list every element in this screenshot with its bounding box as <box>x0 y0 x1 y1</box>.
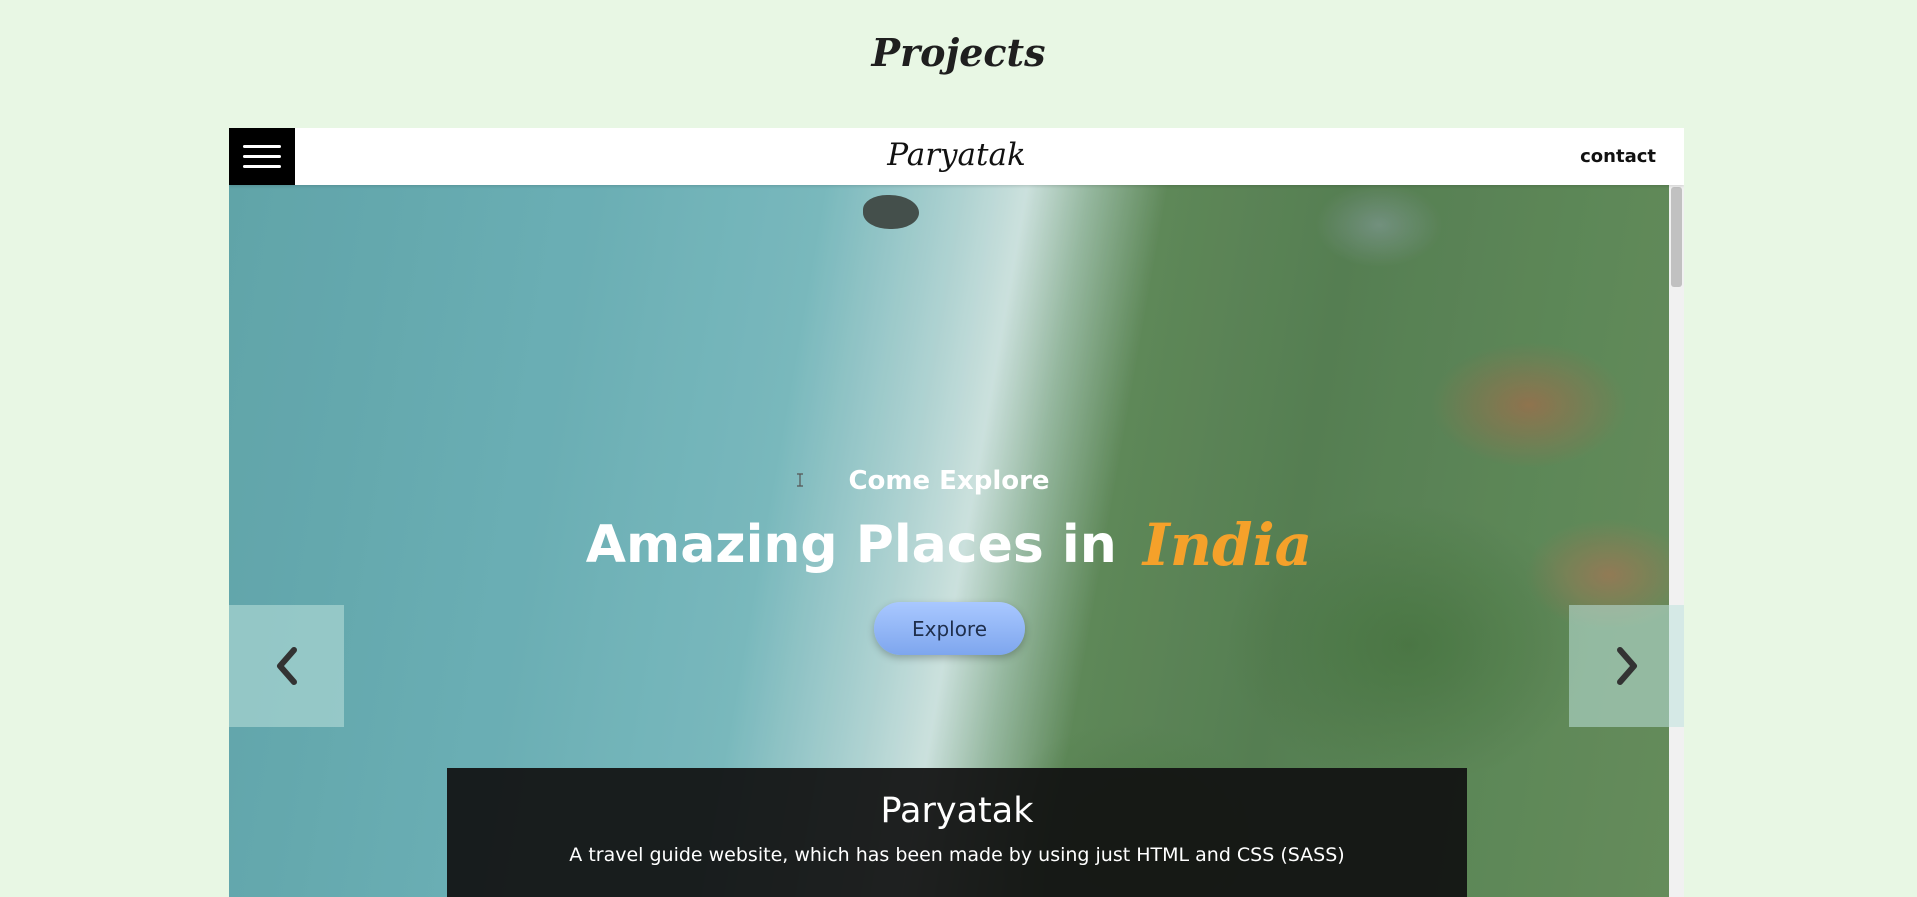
chevron-left-icon <box>276 647 297 685</box>
hamburger-icon-line <box>243 155 281 158</box>
hero-headline-text: Amazing Places in <box>585 515 1117 575</box>
project-navbar: Paryatak contact <box>229 128 1684 185</box>
menu-button[interactable] <box>229 128 295 185</box>
hamburger-icon <box>243 145 281 148</box>
carousel-next-button[interactable] <box>1569 605 1684 727</box>
carousel-prev-button[interactable] <box>229 605 344 727</box>
caption-description: A travel guide website, which has been m… <box>569 844 1345 866</box>
scrollbar-thumb[interactable] <box>1671 187 1682 287</box>
hero-headline-accent: India <box>1142 511 1313 579</box>
chevron-right-icon <box>1616 647 1637 685</box>
caption-title: Paryatak <box>880 791 1034 831</box>
text-cursor-icon <box>797 473 803 487</box>
contact-link[interactable]: contact <box>1580 146 1656 167</box>
hero-kicker: Come Explore <box>848 466 1050 496</box>
brand-logo[interactable]: Paryatak <box>229 137 1684 173</box>
page-title: Projects <box>871 30 1046 75</box>
hero-headline: Amazing Places in India <box>229 511 1669 579</box>
project-preview: Paryatak contact Come Explore Amazing Pl… <box>229 128 1684 897</box>
project-caption: Paryatak A travel guide website, which h… <box>447 768 1467 897</box>
explore-button[interactable]: Explore <box>874 602 1025 655</box>
hero-scrollbar[interactable] <box>1669 185 1684 897</box>
hamburger-icon-line <box>243 165 281 168</box>
